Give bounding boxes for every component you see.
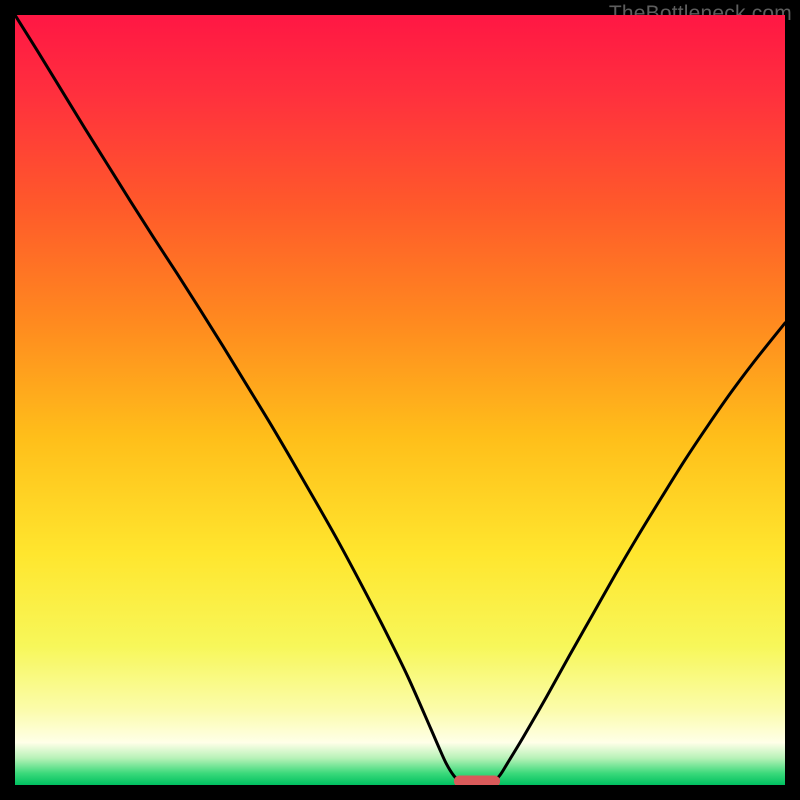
chart-svg <box>15 15 785 785</box>
optimum-marker <box>454 775 500 785</box>
chart-frame: TheBottleneck.com <box>0 0 800 800</box>
gradient-background <box>15 15 785 785</box>
plot-area <box>15 15 785 785</box>
